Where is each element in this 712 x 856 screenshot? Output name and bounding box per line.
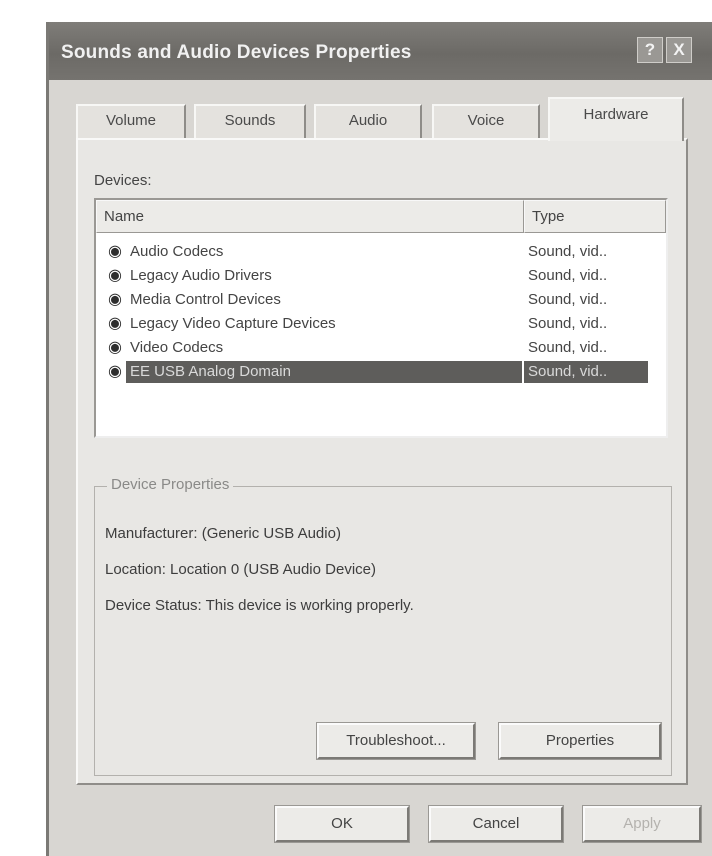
column-header-type[interactable]: Type	[524, 200, 666, 233]
speaker-device-icon: ◉	[108, 243, 122, 260]
list-item[interactable]: ◉ Media Control Devices Sound, vid..	[96, 288, 666, 312]
properties-dialog: Sounds and Audio Devices Properties ? X …	[46, 22, 712, 856]
device-type: Sound, vid..	[528, 339, 608, 356]
speaker-device-icon: ◉	[108, 363, 122, 380]
cancel-button[interactable]: Cancel	[428, 805, 564, 843]
device-type: Sound, vid..	[528, 267, 608, 284]
column-header-name[interactable]: Name	[96, 200, 524, 233]
tab-hardware[interactable]: Hardware	[548, 97, 684, 141]
tab-sounds[interactable]: Sounds	[194, 104, 306, 139]
list-item[interactable]: ◉ Audio Codecs Sound, vid..	[96, 240, 666, 264]
device-name: Legacy Audio Drivers	[130, 267, 272, 284]
list-item[interactable]: ◉ Legacy Video Capture Devices Sound, vi…	[96, 312, 666, 336]
manufacturer-text: Manufacturer: (Generic USB Audio)	[105, 525, 341, 542]
tab-strip: Volume Sounds Audio Voice Hardware	[76, 97, 686, 141]
device-properties-title: Device Properties	[107, 476, 234, 493]
speaker-device-icon: ◉	[108, 315, 122, 332]
tab-voice[interactable]: Voice	[432, 104, 540, 139]
apply-button: Apply	[582, 805, 702, 843]
tab-volume[interactable]: Volume	[76, 104, 186, 139]
title-bar[interactable]: Sounds and Audio Devices Properties ? X	[49, 22, 712, 80]
speaker-device-icon: ◉	[108, 267, 122, 284]
troubleshoot-button[interactable]: Troubleshoot...	[316, 722, 476, 760]
speaker-device-icon: ◉	[108, 339, 122, 356]
device-name: Video Codecs	[130, 339, 224, 356]
devices-label: Devices:	[94, 172, 152, 189]
device-name: EE USB Analog Domain	[126, 361, 522, 383]
close-button[interactable]: X	[666, 37, 692, 63]
location-text: Location: Location 0 (USB Audio Device)	[105, 561, 376, 578]
window-title: Sounds and Audio Devices Properties	[61, 42, 412, 63]
list-item[interactable]: ◉ Legacy Audio Drivers Sound, vid..	[96, 264, 666, 288]
device-type: Sound, vid..	[528, 315, 608, 332]
device-type: Sound, vid..	[528, 291, 608, 308]
device-status-text: Device Status: This device is working pr…	[105, 597, 414, 614]
device-type: Sound, vid..	[528, 243, 608, 260]
list-header: Name Type	[96, 200, 666, 233]
list-item[interactable]: ◉ Video Codecs Sound, vid..	[96, 336, 666, 360]
device-type: Sound, vid..	[524, 361, 648, 383]
devices-list[interactable]: Name Type ◉ Audio Codecs Sound, vid.. ◉ …	[94, 198, 668, 438]
help-button[interactable]: ?	[637, 37, 663, 63]
properties-button[interactable]: Properties	[498, 722, 662, 760]
hardware-tab-panel: Devices: Name Type ◉ Audio Codecs Sound,…	[76, 138, 688, 785]
tab-audio[interactable]: Audio	[314, 104, 422, 139]
speaker-device-icon: ◉	[108, 291, 122, 308]
device-name: Media Control Devices	[130, 291, 281, 308]
device-properties-group: Device Properties Manufacturer: (Generic…	[94, 476, 672, 776]
device-name: Legacy Video Capture Devices	[130, 315, 336, 332]
device-name: Audio Codecs	[130, 243, 224, 260]
ok-button[interactable]: OK	[274, 805, 410, 843]
list-item-selected[interactable]: ◉ EE USB Analog Domain Sound, vid..	[96, 360, 666, 384]
